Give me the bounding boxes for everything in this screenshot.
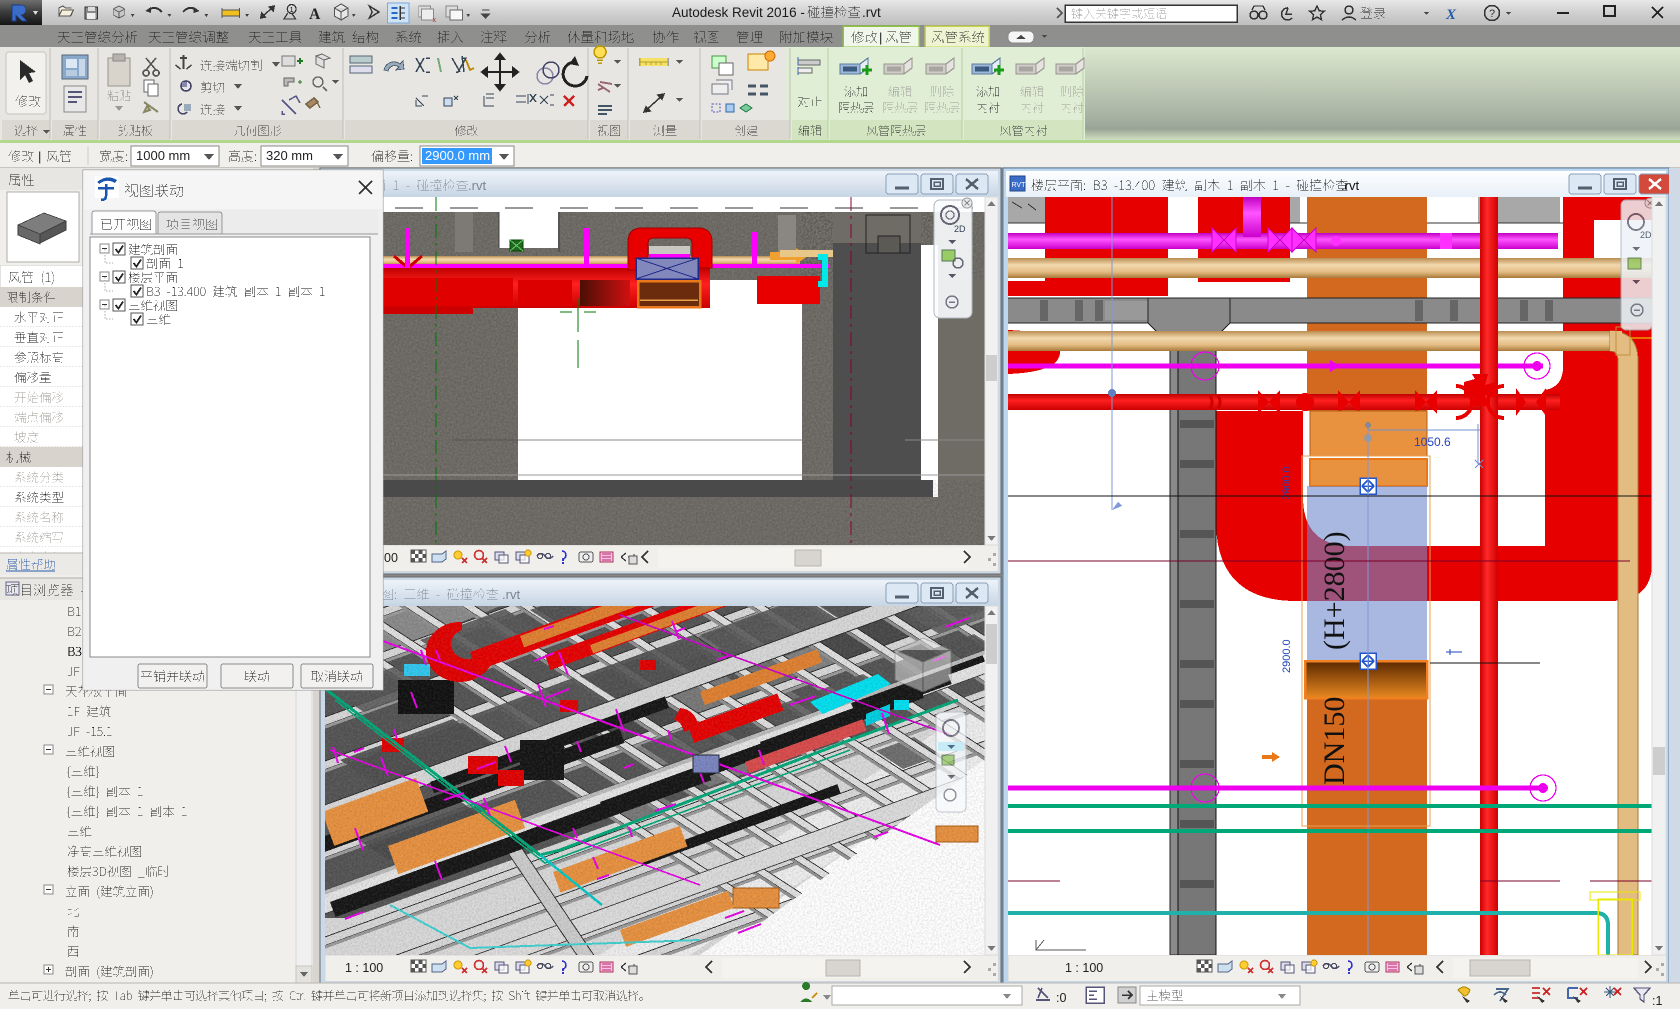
svg-text::0: :0	[1056, 991, 1066, 1005]
svg-text:.rvt: .rvt	[502, 587, 520, 602]
svg-text:2D: 2D	[1640, 230, 1652, 240]
svg-text:DN150: DN150	[1318, 697, 1351, 785]
svg-text:1: 1	[290, 7, 294, 14]
svg-text:.rvt: .rvt	[468, 178, 486, 193]
svg-text:2900.0: 2900.0	[1281, 466, 1293, 500]
svg-text:x: x	[432, 15, 436, 24]
svg-text:RVT: RVT	[1012, 182, 1027, 189]
svg-text::1: :1	[1652, 994, 1662, 1008]
svg-text:1 : 100: 1 : 100	[345, 961, 383, 975]
svg-text:.rvt: .rvt	[1341, 178, 1359, 193]
svg-text:A: A	[309, 6, 321, 23]
svg-text:Autodesk Revit 2016 -: Autodesk Revit 2016 -	[672, 5, 805, 20]
svg-text:320 mm: 320 mm	[266, 148, 313, 163]
svg-text:00: 00	[384, 551, 398, 565]
svg-text:2D: 2D	[954, 224, 966, 234]
svg-text:1050.6: 1050.6	[1414, 435, 1451, 449]
svg-text:1000 mm: 1000 mm	[136, 148, 190, 163]
svg-text:|: |	[38, 149, 41, 164]
svg-text:2900.0: 2900.0	[1281, 639, 1293, 673]
svg-text:|: |	[879, 30, 882, 45]
svg-text:.rvt: .rvt	[862, 5, 881, 20]
svg-text:2900.0 mm: 2900.0 mm	[425, 148, 490, 163]
svg-text:?: ?	[1489, 8, 1495, 20]
svg-text:X: X	[1445, 7, 1457, 23]
svg-text:1 : 100: 1 : 100	[1065, 961, 1103, 975]
svg-text:(H+2800): (H+2800)	[1318, 531, 1351, 650]
